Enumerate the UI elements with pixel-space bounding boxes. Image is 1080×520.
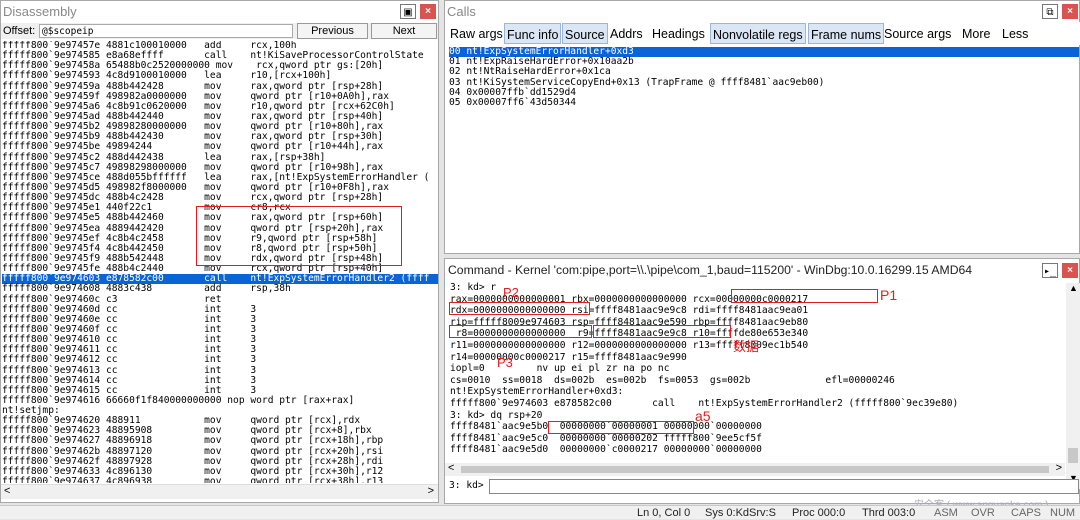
- disassembly-line[interactable]: fffff800`9e974608 4883c438 add rsp,38h: [2, 284, 438, 294]
- annotation-box-rdx: [449, 302, 590, 315]
- offset-bar: Offset: Previous Next: [1, 23, 438, 39]
- status-asm: ASM: [934, 507, 958, 519]
- command-scrollbar[interactable]: ▲ ▼: [1066, 283, 1080, 489]
- command-title: Command - Kernel 'com:pipe,port=\\.\pipe…: [448, 263, 973, 277]
- disassembly-window: Disassembly ▣ × Offset: Previous Next ff…: [0, 0, 439, 503]
- annotation-box-args: [196, 206, 402, 266]
- tab-addrs[interactable]: Addrs: [608, 23, 645, 44]
- close-icon[interactable]: ×: [420, 4, 436, 19]
- tab-frame-nums[interactable]: Frame nums: [808, 23, 885, 44]
- call-stack-list[interactable]: 00 nt!ExpSystemErrorHandler+0xd3 01 nt!Ex…: [449, 47, 1079, 117]
- command-input[interactable]: [489, 479, 1079, 494]
- annotation-box-r9: [593, 325, 731, 338]
- command-line: 3: kd> dq rsp+20: [450, 409, 543, 421]
- status-sys: Sys 0:KdSrv:S: [705, 507, 776, 519]
- previous-button[interactable]: Previous: [297, 23, 368, 39]
- calls-tabs: Raw args Func info Source Addrs Headings…: [446, 22, 1080, 45]
- status-bar: Ln 0, Col 0 Sys 0:KdSrv:S Proc 000:0 Thr…: [0, 505, 1080, 519]
- annotation-p1: P1: [880, 287, 898, 303]
- calls-title: Calls: [445, 1, 1079, 23]
- tab-headings[interactable]: Headings: [650, 23, 707, 44]
- hscroll-thumb[interactable]: [461, 466, 1049, 473]
- tab-source[interactable]: Source: [562, 23, 608, 44]
- status-lncol: Ln 0, Col 0: [637, 507, 691, 519]
- status-ovr: OVR: [971, 507, 995, 519]
- scroll-right-icon[interactable]: >: [428, 485, 434, 497]
- annotation-box-stack: [548, 421, 694, 434]
- tab-less[interactable]: Less: [1000, 23, 1030, 44]
- annotation-box-r8: [449, 325, 592, 338]
- command-line: iopl=0 nv up ei pl zr na po nc: [450, 363, 670, 375]
- dock-icon[interactable]: ▣: [400, 4, 416, 19]
- command-prompt: 3: kd>: [449, 480, 484, 491]
- command-line: ffff8481`aac9e5d0 00000000`c0000217 0000…: [450, 444, 762, 456]
- command-dock-icon[interactable]: ▸_: [1042, 263, 1058, 278]
- call-frame[interactable]: 05 0x00007ff6`43d50344: [449, 97, 1079, 108]
- disassembly-line[interactable]: fffff800`9e974616 66660f1f840000000000 n…: [2, 395, 438, 406]
- command-hscrollbar[interactable]: < >: [445, 462, 1065, 476]
- annotation-p2: P2: [503, 285, 519, 300]
- calls-dock-icon[interactable]: ⧉: [1042, 4, 1058, 19]
- tab-source-args[interactable]: Source args: [882, 23, 953, 44]
- tab-more[interactable]: More: [960, 23, 992, 44]
- annotation-a5: a5: [695, 408, 711, 424]
- tab-func-info[interactable]: Func info: [504, 23, 562, 44]
- annotation-p3: P3: [497, 355, 513, 370]
- hscroll-left-icon[interactable]: <: [448, 462, 454, 474]
- status-caps: CAPS: [1011, 507, 1041, 519]
- horizontal-scrollbar[interactable]: < >: [1, 484, 438, 499]
- command-close-icon[interactable]: ×: [1062, 263, 1078, 278]
- disassembly-title: Disassembly: [1, 1, 438, 23]
- offset-input[interactable]: [39, 24, 293, 38]
- command-line: ffff8481`aac9e5c0 00000000`00000202 ffff…: [450, 432, 762, 444]
- status-num: NUM: [1050, 507, 1076, 519]
- annotation-data: 数据: [733, 339, 760, 354]
- calls-close-icon[interactable]: ×: [1062, 4, 1078, 19]
- scroll-thumb[interactable]: [1068, 448, 1078, 463]
- scroll-up-icon[interactable]: ▲: [1069, 283, 1078, 293]
- tab-nonvolatile-regs[interactable]: Nonvolatile regs: [710, 23, 806, 44]
- scroll-left-icon[interactable]: <: [4, 485, 10, 497]
- disassembly-line[interactable]: fffff800`9e974612 cc int 3: [2, 355, 438, 365]
- command-line: ffff8481`aac9e5b0 00000000`00000001 0000…: [450, 421, 762, 433]
- annotation-box-rcx: [731, 289, 878, 303]
- disassembly-line[interactable]: fffff800`9e974637 4c896938 mov qword ptr…: [2, 476, 438, 483]
- status-proc: Proc 000:0: [792, 507, 846, 519]
- command-line: nt!ExpSystemErrorHandler+0xd3:: [450, 386, 624, 398]
- status-thrd: Thrd 003:0: [862, 507, 916, 519]
- offset-label: Offset:: [3, 25, 36, 37]
- next-button[interactable]: Next: [371, 23, 437, 39]
- hscroll-right-icon[interactable]: >: [1056, 462, 1062, 474]
- command-line: cs=0010 ss=0018 ds=002b es=002b fs=0053 …: [450, 374, 895, 386]
- command-line: fffff800`9e974603 e878582c00 call nt!Exp…: [450, 397, 959, 409]
- tab-raw-args[interactable]: Raw args: [448, 23, 505, 44]
